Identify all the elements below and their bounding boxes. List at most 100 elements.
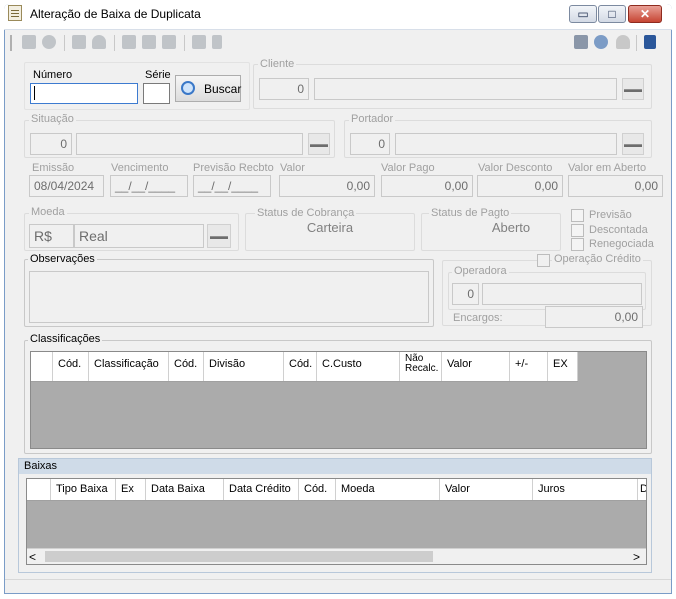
situacao-name-input[interactable] bbox=[76, 133, 303, 155]
status-cobranca-label: Status de Cobrança bbox=[255, 207, 357, 219]
col-nao-recalc[interactable]: Não Recalc. bbox=[400, 352, 442, 381]
col-cod[interactable]: Cód. bbox=[169, 352, 204, 381]
menu-icon[interactable] bbox=[644, 35, 656, 49]
text-cursor bbox=[34, 86, 35, 100]
encargos-input[interactable]: 0,00 bbox=[545, 306, 643, 328]
baixas-header-bar bbox=[19, 459, 651, 474]
portador-code-input[interactable]: 0 bbox=[350, 133, 390, 155]
valor-pago-label: Valor Pago bbox=[381, 162, 435, 174]
moeda-symbol-input[interactable]: R$ bbox=[29, 224, 74, 248]
window-title: Alteração de Baixa de Duplicata bbox=[30, 7, 201, 21]
col-juros[interactable]: Juros bbox=[533, 479, 638, 500]
settings-icon[interactable] bbox=[594, 35, 608, 49]
new-icon[interactable] bbox=[22, 35, 36, 49]
undo-icon[interactable] bbox=[92, 35, 106, 49]
descontada-checkbox[interactable] bbox=[571, 224, 584, 237]
serie-input[interactable] bbox=[143, 83, 170, 104]
print-icon[interactable] bbox=[162, 35, 176, 49]
operadora-code-input[interactable]: 0 bbox=[452, 283, 479, 305]
minimize-button[interactable]: ▭ bbox=[569, 5, 597, 23]
situacao-lookup-icon[interactable]: ▬▬ bbox=[308, 133, 330, 155]
status-bar bbox=[5, 579, 671, 593]
valor-aberto-input[interactable]: 0,00 bbox=[568, 175, 663, 197]
close-button[interactable]: ✕ bbox=[628, 5, 662, 23]
col-classificacao[interactable]: Classificação bbox=[89, 352, 169, 381]
maximize-button[interactable]: □ bbox=[598, 5, 626, 23]
col-valor[interactable]: Valor bbox=[440, 479, 533, 500]
cliente-lookup-icon[interactable]: ▬▬ bbox=[622, 78, 644, 100]
valor-desconto-label: Valor Desconto bbox=[478, 162, 553, 174]
col-data-baixa[interactable]: Data Baixa bbox=[146, 479, 224, 500]
horizontal-scrollbar[interactable]: < > bbox=[27, 548, 646, 564]
situacao-code-input[interactable]: 0 bbox=[30, 133, 72, 155]
col-ex[interactable]: EX bbox=[548, 352, 578, 381]
operadora-label: Operadora bbox=[452, 265, 509, 277]
scroll-right-button[interactable]: > bbox=[633, 550, 645, 564]
col-valor[interactable]: Valor bbox=[442, 352, 510, 381]
cliente-label: Cliente bbox=[258, 58, 297, 70]
moeda-name-input[interactable]: Real bbox=[74, 224, 204, 248]
toolbar-separator bbox=[184, 35, 185, 51]
encargos-label: Encargos: bbox=[453, 312, 503, 324]
classificacoes-label: Classificações bbox=[28, 333, 103, 345]
moeda-lookup-icon[interactable]: ▬▬ bbox=[207, 224, 231, 248]
previsao-checkbox[interactable] bbox=[571, 209, 584, 222]
row-selector-header bbox=[31, 352, 53, 381]
operacao-credito-label: Operação Crédito bbox=[552, 253, 643, 265]
col-ccusto[interactable]: C.Custo bbox=[317, 352, 400, 381]
magnifier-icon bbox=[181, 81, 195, 95]
classificacoes-grid[interactable]: Cód. Classificação Cód. Divisão Cód. C.C… bbox=[30, 351, 647, 449]
report-icon[interactable] bbox=[192, 35, 206, 49]
valor-pago-input[interactable]: 0,00 bbox=[381, 175, 473, 197]
col-divisao[interactable]: Divisão bbox=[204, 352, 284, 381]
classificacoes-header: Cód. Classificação Cód. Divisão Cód. C.C… bbox=[31, 352, 578, 382]
col-ex[interactable]: Ex bbox=[116, 479, 146, 500]
filter-icon[interactable] bbox=[142, 35, 156, 49]
valor-desconto-input[interactable]: 0,00 bbox=[477, 175, 563, 197]
cancel-icon[interactable] bbox=[42, 35, 56, 49]
delete-icon[interactable] bbox=[212, 35, 222, 49]
renegociada-checkbox[interactable] bbox=[571, 238, 584, 251]
toolbar-separator bbox=[114, 35, 115, 51]
scroll-left-button[interactable]: < bbox=[29, 550, 43, 564]
baixas-label: Baixas bbox=[24, 460, 58, 472]
search-icon[interactable] bbox=[122, 35, 136, 49]
operadora-name-input[interactable] bbox=[482, 283, 642, 305]
portador-lookup-icon[interactable]: ▬▬ bbox=[622, 133, 644, 155]
vencimento-input[interactable]: __/__/____ bbox=[110, 175, 188, 197]
scroll-thumb[interactable] bbox=[45, 551, 433, 562]
observacoes-textarea[interactable] bbox=[29, 271, 429, 323]
emissao-label: Emissão bbox=[32, 162, 75, 174]
portador-name-input[interactable] bbox=[395, 133, 617, 155]
situacao-label: Situação bbox=[29, 113, 76, 125]
col-d[interactable]: D bbox=[638, 479, 646, 500]
col-moeda[interactable]: Moeda bbox=[336, 479, 440, 500]
row-selector-header bbox=[27, 479, 51, 500]
buscar-button[interactable]: Buscar bbox=[175, 75, 241, 102]
toolbar-separator bbox=[64, 35, 65, 51]
col-data-credito[interactable]: Data Crédito bbox=[224, 479, 299, 500]
col-cod[interactable]: Cód. bbox=[299, 479, 336, 500]
operacao-credito-checkbox[interactable] bbox=[537, 254, 550, 267]
col-cod[interactable]: Cód. bbox=[284, 352, 317, 381]
cliente-code-input[interactable]: 0 bbox=[259, 78, 309, 100]
numero-input[interactable] bbox=[30, 83, 138, 104]
baixas-grid[interactable]: Tipo Baixa Ex Data Baixa Data Crédito Có… bbox=[26, 478, 647, 565]
user-icon[interactable] bbox=[616, 35, 630, 49]
status-cobranca-value: Carteira bbox=[306, 220, 354, 235]
save-icon[interactable] bbox=[72, 35, 86, 49]
toolbar bbox=[10, 32, 666, 56]
col-tipo-baixa[interactable]: Tipo Baixa bbox=[51, 479, 116, 500]
col-cod[interactable]: Cód. bbox=[53, 352, 89, 381]
app-icon bbox=[8, 5, 22, 21]
observacoes-label: Observações bbox=[28, 253, 97, 265]
valor-aberto-label: Valor em Aberto bbox=[568, 162, 647, 174]
cliente-name-input[interactable] bbox=[314, 78, 617, 100]
valor-input[interactable]: 0,00 bbox=[279, 175, 375, 197]
descontada-checkbox-label: Descontada bbox=[589, 224, 648, 236]
toolbar-separator bbox=[636, 35, 637, 51]
previsao-input[interactable]: __/__/____ bbox=[193, 175, 271, 197]
col-sinal[interactable]: +/- bbox=[510, 352, 548, 381]
emissao-input[interactable]: 08/04/2024 bbox=[29, 175, 104, 197]
calculator-icon[interactable] bbox=[574, 35, 588, 49]
